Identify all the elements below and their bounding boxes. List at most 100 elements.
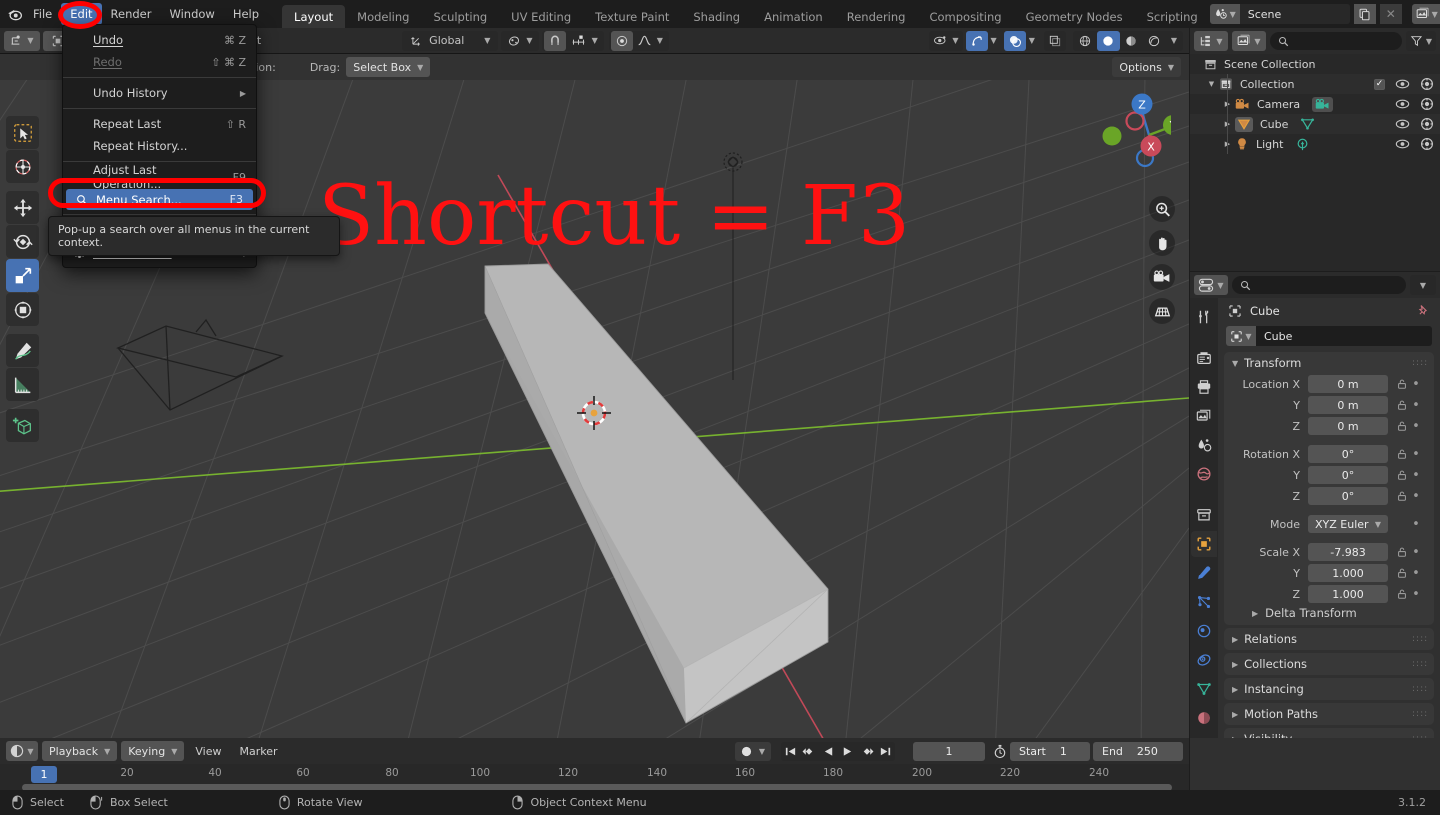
timeline-keying-menu[interactable]: Keying ▼ <box>121 741 185 761</box>
previous-keyframe-icon[interactable] <box>800 742 819 761</box>
lock-icon[interactable] <box>1394 490 1410 502</box>
camera-view-icon[interactable] <box>1149 264 1175 290</box>
object-name-field[interactable]: ▼ Cube <box>1226 326 1432 346</box>
render-camera-icon[interactable] <box>1420 117 1434 131</box>
timeline-playback-menu[interactable]: Playback ▼ <box>42 741 118 761</box>
outliner-row-scene-collection[interactable]: Scene Collection <box>1190 54 1440 74</box>
lock-icon[interactable] <box>1394 448 1410 460</box>
delete-scene-button[interactable]: ✕ <box>1379 4 1402 24</box>
properties-editor-type-button[interactable]: ▼ <box>1194 275 1228 295</box>
panel-motion-paths[interactable]: ▶ Motion Paths :::: <box>1224 703 1434 725</box>
properties-tab-constraints[interactable] <box>1191 647 1217 673</box>
tab-layout[interactable]: Layout <box>282 5 346 28</box>
tab-sculpting[interactable]: Sculpting <box>421 5 499 28</box>
viewlayer-selector[interactable]: ▼ ViewLayer <box>1411 4 1440 24</box>
show-overlays-toggle[interactable] <box>1003 30 1026 51</box>
lock-icon[interactable] <box>1394 399 1410 411</box>
timeline-view-menu[interactable]: View <box>188 741 228 761</box>
panel-grip-icon[interactable]: :::: <box>1412 685 1427 694</box>
menu-item-undo-history[interactable]: Undo History ▶ <box>63 82 256 104</box>
tab-shading[interactable]: Shading <box>681 5 752 28</box>
subpanel-delta-transform[interactable]: ▶ Delta Transform <box>1224 605 1434 625</box>
animate-dot-icon[interactable]: • <box>1410 468 1422 483</box>
pan-hand-icon[interactable] <box>1149 230 1175 256</box>
collection-checkbox[interactable]: ✓ <box>1374 78 1385 90</box>
tool-cursor[interactable] <box>6 150 39 183</box>
animate-dot-icon[interactable]: • <box>1410 377 1422 392</box>
timeline-playhead[interactable]: 1 <box>31 766 57 783</box>
properties-tab-view-layer[interactable] <box>1191 403 1217 429</box>
falloff-curve-icon[interactable] <box>633 31 657 51</box>
snap-magnet-toggle[interactable] <box>543 30 566 51</box>
material-preview-button[interactable] <box>1120 31 1143 51</box>
tab-rendering[interactable]: Rendering <box>835 5 918 28</box>
snap-mode-icon[interactable] <box>566 31 592 51</box>
jump-to-end-icon[interactable] <box>876 742 895 761</box>
lock-icon[interactable] <box>1394 378 1410 390</box>
editor-type-selector[interactable]: ▼ <box>4 30 40 51</box>
field-rotation-y[interactable]: 0° <box>1308 466 1388 484</box>
pin-icon[interactable] <box>1416 304 1434 318</box>
animate-dot-icon[interactable]: • <box>1410 587 1422 602</box>
panel-transform-header[interactable]: ▼ Transform :::: <box>1224 352 1434 374</box>
animate-dot-icon[interactable]: • <box>1410 489 1422 504</box>
lock-icon[interactable] <box>1394 469 1410 481</box>
animate-dot-icon[interactable]: • <box>1410 398 1422 413</box>
animate-dot-icon[interactable]: • <box>1410 517 1422 532</box>
eye-icon[interactable] <box>1395 118 1410 130</box>
options-dropdown[interactable]: Options ▼ <box>1112 57 1181 77</box>
panel-relations[interactable]: ▶ Relations :::: <box>1224 628 1434 650</box>
render-camera-icon[interactable] <box>1420 137 1434 151</box>
render-camera-icon[interactable] <box>1420 97 1434 111</box>
tool-annotate[interactable] <box>6 334 39 367</box>
timeline-editor-type-button[interactable]: ▼ <box>6 741 38 761</box>
menu-item-repeat-last[interactable]: Repeat Last ⇧ R <box>63 113 256 135</box>
animate-dot-icon[interactable]: • <box>1410 419 1422 434</box>
menu-render[interactable]: Render <box>102 3 161 25</box>
eye-icon[interactable] <box>1395 98 1410 110</box>
tool-select-box[interactable] <box>6 116 39 149</box>
outliner-row-light[interactable]: ▶ Light <box>1190 134 1440 154</box>
drag-mode-dropdown[interactable]: Select Box ▼ <box>346 57 431 77</box>
properties-tab-scene[interactable] <box>1191 432 1217 458</box>
auto-keying-group[interactable]: ▼ <box>734 741 771 761</box>
camera-data-icon[interactable] <box>1315 98 1330 111</box>
menu-item-undo[interactable]: Undo ⌘ Z <box>63 29 256 51</box>
scene-selector[interactable]: ▼ Scene <box>1209 4 1350 24</box>
record-icon[interactable] <box>735 746 759 757</box>
properties-search-input[interactable] <box>1232 276 1406 294</box>
new-scene-button[interactable] <box>1353 4 1376 24</box>
current-frame-field[interactable]: 1 <box>913 741 985 761</box>
outliner-row-collection[interactable]: ▼ Collection ✓ <box>1190 74 1440 94</box>
lock-icon[interactable] <box>1394 567 1410 579</box>
proportional-edit-toggle[interactable] <box>610 30 633 51</box>
render-camera-icon[interactable] <box>1420 77 1434 91</box>
panel-collections[interactable]: ▶ Collections :::: <box>1224 653 1434 675</box>
properties-tab-render[interactable] <box>1191 345 1217 371</box>
outliner-filter-button[interactable]: ▼ <box>1406 31 1436 51</box>
field-rotation-z[interactable]: 0° <box>1308 487 1388 505</box>
show-gizmo-toggle[interactable] <box>965 30 988 51</box>
rendered-shading-button[interactable] <box>1143 31 1166 51</box>
menu-item-repeat-history[interactable]: Repeat History... <box>63 135 256 157</box>
visibility-dropdown[interactable]: ▼ <box>929 30 963 51</box>
timeline-marker-menu[interactable]: Marker <box>232 741 284 761</box>
panel-grip-icon[interactable]: :::: <box>1412 710 1427 719</box>
tool-measure[interactable] <box>6 368 39 401</box>
properties-tab-output[interactable] <box>1191 374 1217 400</box>
solid-shading-button[interactable] <box>1096 30 1120 51</box>
field-scale-z[interactable]: 1.000 <box>1308 585 1388 603</box>
toggle-ortho-icon[interactable] <box>1149 298 1175 324</box>
play-icon[interactable] <box>838 742 857 761</box>
properties-tab-material[interactable] <box>1191 705 1217 731</box>
menu-item-menu-search[interactable]: Menu Search... F3 <box>66 189 253 210</box>
tab-geometry-nodes[interactable]: Geometry Nodes <box>1014 5 1135 28</box>
animate-dot-icon[interactable]: • <box>1410 545 1422 560</box>
outliner-row-cube[interactable]: ▶ Cube <box>1190 114 1440 134</box>
field-scale-x[interactable]: -7.983 <box>1308 543 1388 561</box>
wireframe-shading-button[interactable] <box>1074 31 1097 51</box>
panel-grip-icon[interactable]: :::: <box>1412 635 1427 644</box>
next-keyframe-icon[interactable] <box>857 742 876 761</box>
field-location-x[interactable]: 0 m <box>1308 375 1388 393</box>
panel-instancing[interactable]: ▶ Instancing :::: <box>1224 678 1434 700</box>
